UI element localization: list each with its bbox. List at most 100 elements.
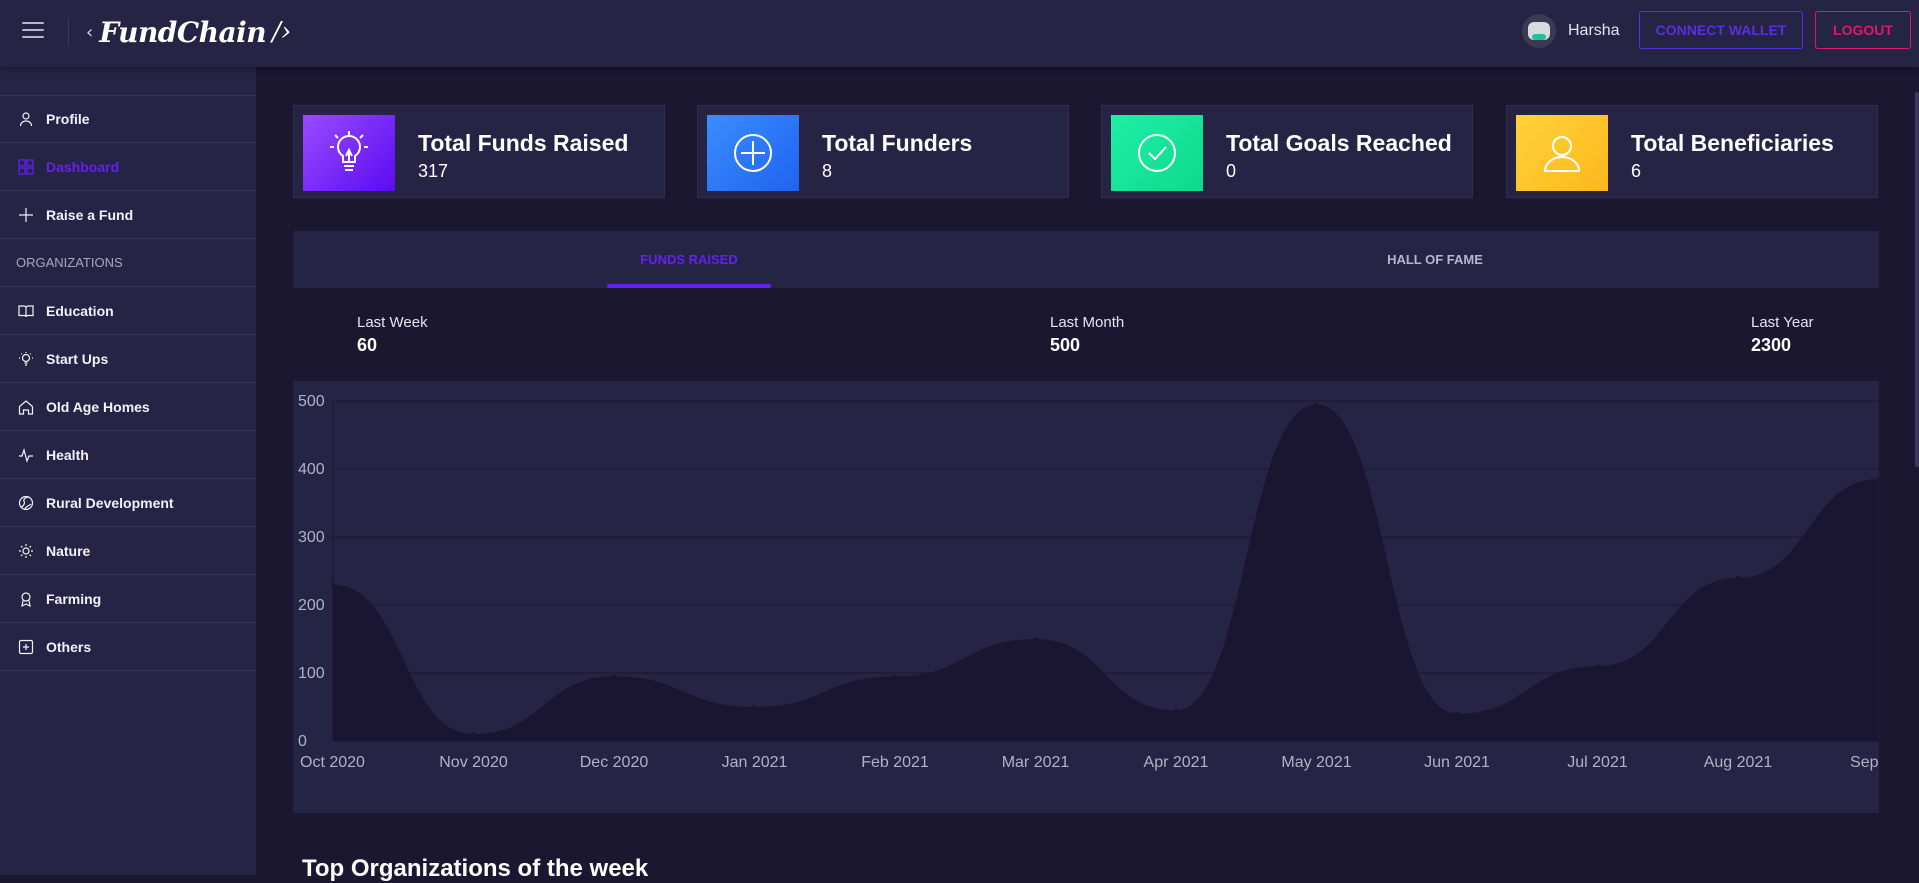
stat-card-funders: Total Funders 8 xyxy=(697,105,1069,198)
y-tick-label: 500 xyxy=(298,393,325,410)
lightbulb-icon xyxy=(303,115,395,191)
organizations-heading: ORGANIZATIONS xyxy=(0,239,256,287)
period-last-month: Last Month 500 xyxy=(1050,314,1124,356)
sidebar-item-raise-fund[interactable]: Raise a Fund xyxy=(0,191,256,239)
x-tick-label: Sep xyxy=(1850,754,1879,771)
x-tick-label: Jan 2021 xyxy=(722,754,788,771)
brand-logo[interactable]: ‹ FundChain /› xyxy=(86,12,291,52)
data-point[interactable] xyxy=(471,732,476,737)
top-bar: ‹ FundChain /› Harsha CONNECT WALLET LOG… xyxy=(0,0,1919,67)
x-tick-label: Nov 2020 xyxy=(439,754,508,771)
sidebar-item-label: Rural Development xyxy=(46,494,174,511)
funds-raised-chart-panel: 0 100 200 300 400 500 Oct 2020 Nov 2020 Dec 2020… xyxy=(293,381,1879,813)
period-value: 2300 xyxy=(1751,335,1792,355)
sidebar-item-label: Others xyxy=(46,638,92,655)
data-point[interactable] xyxy=(1595,664,1600,669)
period-summary: Last Week 60 Last Month 500 Last Year 23… xyxy=(293,288,1879,381)
pulse-icon xyxy=(18,447,34,463)
stat-title: Total Beneficiaries xyxy=(1631,130,1834,156)
bulb-icon xyxy=(18,351,34,367)
user-icon xyxy=(18,111,34,127)
y-tick-label: 0 xyxy=(298,733,307,750)
data-point[interactable] xyxy=(752,705,757,709)
sun-icon xyxy=(18,543,34,559)
user-profile[interactable]: Harsha xyxy=(1522,14,1620,48)
plus-icon xyxy=(18,207,34,223)
sidebar-item-dashboard[interactable]: Dashboard xyxy=(0,143,256,191)
x-tick-label: Aug 2021 xyxy=(1704,754,1773,771)
plus-circle-icon xyxy=(707,115,799,191)
stat-card-goals-reached: Total Goals Reached 0 xyxy=(1101,105,1473,198)
sidebar-item-label: Profile xyxy=(46,111,90,127)
y-tick-label: 300 xyxy=(298,529,325,546)
stat-title: Total Funds Raised xyxy=(418,130,629,156)
top-organizations-title: Top Organizations of the week xyxy=(302,855,649,882)
username: Harsha xyxy=(1568,22,1620,39)
data-point[interactable] xyxy=(1174,708,1178,713)
series-area xyxy=(333,404,1879,741)
y-tick-label: 400 xyxy=(298,461,325,478)
stat-value: 0 xyxy=(1226,161,1237,181)
period-value: 500 xyxy=(1050,335,1081,355)
data-point[interactable] xyxy=(331,582,335,587)
sidebar: Profile Dashboard Raise a Fund ORGANIZAT… xyxy=(0,67,256,875)
data-point[interactable] xyxy=(1033,637,1038,641)
stat-value: 6 xyxy=(1631,161,1642,181)
x-tick-label: Jul 2021 xyxy=(1567,754,1628,771)
data-point[interactable] xyxy=(893,674,897,679)
globe-icon xyxy=(18,495,34,511)
stat-value: 8 xyxy=(822,161,833,181)
connect-wallet-button[interactable]: CONNECT WALLET xyxy=(1639,11,1803,49)
y-tick-label: 200 xyxy=(298,597,325,614)
sidebar-item-label: Raise a Fund xyxy=(46,206,134,223)
sidebar-item-label: Start Ups xyxy=(46,350,109,367)
stat-card-beneficiaries: Total Beneficiaries 6 xyxy=(1506,105,1878,198)
data-point[interactable] xyxy=(1314,402,1319,407)
home-icon xyxy=(18,399,34,415)
sidebar-item-farming[interactable]: Farming xyxy=(0,575,256,623)
sidebar-item-nature[interactable]: Nature xyxy=(0,527,256,575)
avatar[interactable] xyxy=(1522,14,1556,48)
sidebar-item-label: Education xyxy=(46,302,114,319)
sidebar-item-old-age-homes[interactable]: Old Age Homes xyxy=(0,383,256,431)
period-label: Last Year xyxy=(1751,314,1814,331)
x-tick-label: Apr 2021 xyxy=(1144,754,1209,771)
sidebar-item-label: Farming xyxy=(46,590,102,607)
period-last-week: Last Week 60 xyxy=(357,314,428,356)
x-tick-label: Jun 2021 xyxy=(1424,754,1490,771)
brand-prefix: ‹ xyxy=(86,21,94,43)
sidebar-item-label: Health xyxy=(46,446,89,463)
book-icon xyxy=(18,303,34,319)
menu-icon[interactable] xyxy=(22,22,44,40)
sidebar-item-profile[interactable]: Profile xyxy=(0,95,256,143)
period-label: Last Week xyxy=(357,314,428,331)
y-tick-label: 100 xyxy=(298,665,325,682)
sidebar-item-label: Nature xyxy=(46,542,91,559)
sidebar-item-label: Old Age Homes xyxy=(46,398,150,415)
data-point[interactable] xyxy=(1455,711,1459,716)
x-tick-label: Mar 2021 xyxy=(1002,754,1070,771)
x-tick-label: Feb 2021 xyxy=(861,754,929,771)
stat-title: Total Goals Reached xyxy=(1226,130,1452,156)
x-tick-label: Oct 2020 xyxy=(300,754,365,771)
data-point[interactable] xyxy=(612,674,616,679)
scrollbar[interactable] xyxy=(1915,92,1919,467)
sidebar-item-health[interactable]: Health xyxy=(0,431,256,479)
sidebar-item-rural-development[interactable]: Rural Development xyxy=(0,479,256,527)
stat-value: 317 xyxy=(418,161,449,181)
funds-raised-chart: 0 100 200 300 400 500 Oct 2020 Nov 2020 Dec 2020… xyxy=(298,393,1879,771)
sidebar-item-education[interactable]: Education xyxy=(0,287,256,335)
sidebar-item-others[interactable]: Others xyxy=(0,623,256,671)
logout-button[interactable]: LOGOUT xyxy=(1815,11,1911,49)
period-value: 60 xyxy=(357,335,378,355)
plus-square-icon xyxy=(18,639,34,655)
sidebar-item-start-ups[interactable]: Start Ups xyxy=(0,335,256,383)
x-tick-label: Dec 2020 xyxy=(580,754,649,771)
stat-title: Total Funders xyxy=(822,130,973,156)
stat-card-funds-raised: Total Funds Raised 317 xyxy=(293,105,665,198)
period-last-year: Last Year 2300 xyxy=(1751,314,1814,356)
brand-suffix: /› xyxy=(272,17,292,47)
data-point[interactable] xyxy=(1736,575,1740,580)
tab-funds-raised[interactable]: FUNDS RAISED xyxy=(607,231,771,288)
tab-hall-of-fame[interactable]: HALL OF FAME xyxy=(1353,231,1517,288)
